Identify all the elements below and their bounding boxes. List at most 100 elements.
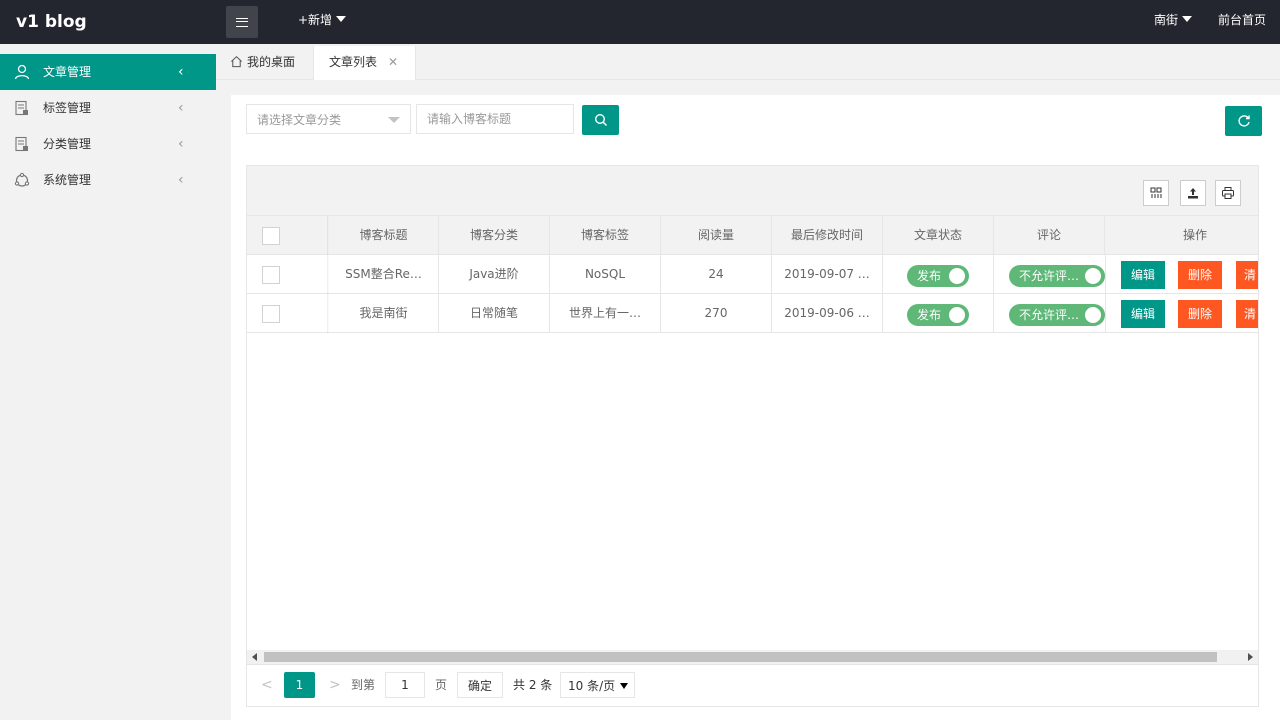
sidebar-item-categories[interactable]: 分类管理 ‹ (0, 126, 216, 162)
user-icon (14, 64, 30, 80)
scroll-left-icon[interactable] (252, 653, 257, 661)
delete-button[interactable]: 删除 (1178, 261, 1222, 289)
system-icon (14, 172, 30, 187)
refresh-button[interactable] (1225, 106, 1262, 136)
add-new-label: +新增 (298, 13, 333, 27)
table-header: 博客标题 博客分类 博客标签 阅读量 最后修改时间 文章状态 评论 操作 (247, 216, 1258, 255)
sidebar-item-label: 标签管理 (43, 101, 92, 115)
scroll-right-icon[interactable] (1248, 653, 1253, 661)
category-select[interactable]: 请选择文章分类 (246, 104, 411, 134)
next-page-button[interactable]: > (329, 672, 341, 698)
sidebar-item-system[interactable]: 系统管理 ‹ (0, 162, 216, 198)
cell-modified: 2019-09-07 … (772, 255, 883, 293)
comment-switch[interactable]: 不允许评… (1009, 304, 1105, 326)
scrollbar-thumb[interactable] (264, 652, 1217, 662)
chevron-left-icon: ‹ (178, 136, 184, 152)
cell-title: SSM整合Re… (329, 255, 439, 293)
home-icon (231, 55, 242, 68)
table-toolbar (247, 166, 1258, 216)
header-modified[interactable]: 最后修改时间 (772, 216, 883, 254)
title-search-input[interactable] (416, 104, 574, 134)
edit-button[interactable]: 编辑 (1121, 261, 1165, 289)
export-button[interactable] (1180, 180, 1206, 206)
goto-confirm-button[interactable]: 确定 (457, 672, 503, 698)
caret-down-icon (1182, 16, 1193, 22)
publish-switch[interactable]: 发布 (907, 304, 969, 326)
chevron-left-icon: ‹ (178, 172, 184, 188)
goto-label: 到第 (351, 678, 376, 692)
select-all-checkbox[interactable] (262, 227, 280, 245)
app-logo[interactable]: v1 blog (16, 0, 87, 44)
chevron-left-icon: ‹ (178, 64, 184, 80)
cell-actions: 编辑 删除 清 (1105, 255, 1258, 293)
switch-knob (949, 307, 965, 323)
goto-page-input[interactable] (385, 672, 425, 698)
header-tag[interactable]: 博客标签 (550, 216, 661, 254)
prev-page-button[interactable]: < (261, 672, 273, 698)
table-row: SSM整合Re… Java进阶 NoSQL 24 2019-09-07 … 发布… (247, 255, 1258, 294)
export-icon (1188, 188, 1198, 199)
header-status[interactable]: 文章状态 (883, 216, 994, 254)
header-actions: 操作 (1182, 228, 1207, 242)
cell-category: Java进阶 (439, 255, 550, 293)
tag-doc-icon (15, 100, 28, 116)
cell-modified: 2019-09-06 … (772, 294, 883, 332)
header-category[interactable]: 博客分类 (439, 216, 550, 254)
category-select-placeholder: 请选择文章分类 (257, 113, 342, 127)
header-views[interactable]: 阅读量 (661, 216, 772, 254)
page-size-value: 10 条/页 (568, 679, 616, 693)
add-new-menu[interactable]: +新增 (298, 0, 347, 40)
dropdown-arrow-icon (620, 683, 628, 689)
category-doc-icon (15, 136, 28, 152)
print-button[interactable] (1215, 180, 1241, 206)
search-button[interactable] (582, 105, 619, 135)
row-checkbox[interactable] (262, 305, 280, 323)
switch-knob (1085, 268, 1101, 284)
comment-switch[interactable]: 不允许评… (1009, 265, 1105, 287)
cell-tag: NoSQL (550, 255, 661, 293)
dropdown-arrow-icon (388, 117, 400, 123)
cell-status: 发布 (883, 255, 994, 293)
page-number-current[interactable]: 1 (284, 672, 315, 698)
cell-tag: 世界上有一… (550, 294, 661, 332)
sidebar-item-tags[interactable]: 标签管理 ‹ (0, 90, 216, 126)
columns-icon (1150, 187, 1162, 198)
fixed-column-shadow (327, 216, 329, 333)
clear-button[interactable]: 清 (1236, 300, 1258, 328)
tab-home-label: 我的桌面 (247, 55, 296, 69)
menu-toggle-button[interactable] (226, 6, 258, 38)
article-table: 博客标题 博客分类 博客标签 阅读量 最后修改时间 文章状态 评论 操作 SSM… (246, 165, 1259, 707)
clear-button[interactable]: 清 (1236, 261, 1258, 289)
header-comment[interactable]: 评论 (994, 216, 1105, 254)
tab-article-list[interactable]: 文章列表 ✕ (313, 46, 416, 80)
delete-button[interactable]: 删除 (1178, 300, 1222, 328)
comment-switch-label: 不允许评… (1019, 269, 1080, 283)
publish-switch-label: 发布 (917, 269, 942, 283)
search-icon (594, 113, 607, 127)
row-select-cell (247, 294, 329, 332)
tab-article-list-label: 文章列表 (329, 55, 378, 69)
cell-title: 我是南街 (329, 294, 439, 332)
front-page-link[interactable]: 前台首页 (1218, 0, 1266, 40)
publish-switch[interactable]: 发布 (907, 265, 969, 287)
columns-filter-button[interactable] (1143, 180, 1169, 206)
user-menu[interactable]: 南街 (1154, 0, 1193, 40)
publish-switch-label: 发布 (917, 308, 942, 322)
edit-button[interactable]: 编辑 (1121, 300, 1165, 328)
sidebar-item-label: 分类管理 (43, 137, 92, 151)
row-checkbox[interactable] (262, 266, 280, 284)
page-size-select[interactable]: 10 条/页 (560, 672, 635, 698)
cell-views: 24 (661, 255, 772, 293)
horizontal-scrollbar[interactable] (247, 650, 1258, 664)
header-select-cell (247, 216, 329, 254)
tab-home[interactable]: 我的桌面 (230, 46, 295, 80)
cell-comment: 不允许评… (994, 294, 1105, 332)
top-header: v1 blog +新增 南街 前台首页 (0, 0, 1280, 44)
header-title[interactable]: 博客标题 (329, 216, 439, 254)
print-icon (1222, 187, 1234, 199)
switch-knob (949, 268, 965, 284)
sidebar-item-articles[interactable]: 文章管理 ‹ (0, 54, 216, 90)
close-icon[interactable]: ✕ (388, 46, 398, 78)
tab-bar: 我的桌面 文章列表 ✕ (216, 44, 1280, 80)
user-name: 南街 (1154, 13, 1179, 27)
